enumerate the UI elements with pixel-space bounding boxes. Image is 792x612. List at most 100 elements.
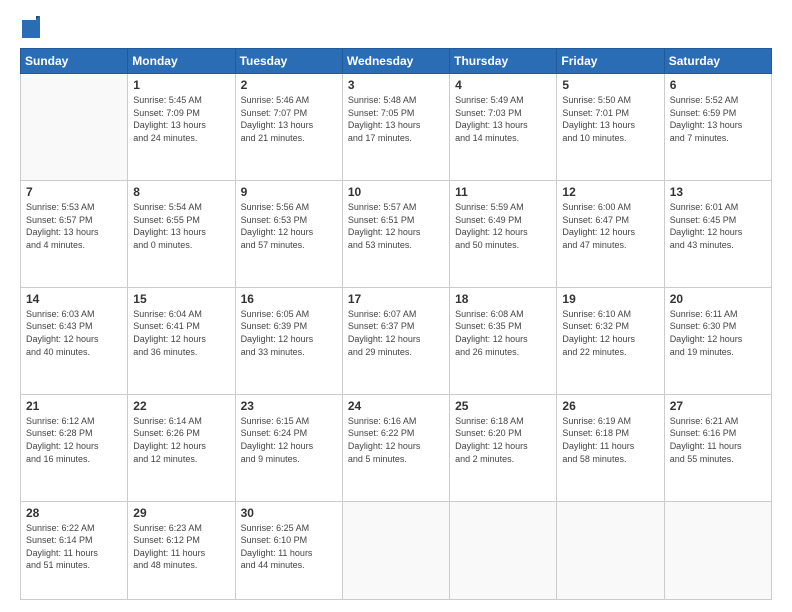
day-number: 12 [562, 185, 658, 199]
calendar-cell: 3 Sunrise: 5:48 AMSunset: 7:05 PMDaylight… [342, 74, 449, 181]
day-number: 17 [348, 292, 444, 306]
day-number: 16 [241, 292, 337, 306]
calendar-cell: 8Sunrise: 5:54 AMSunset: 6:55 PMDaylight… [128, 180, 235, 287]
calendar-cell: 1 Sunrise: 5:45 AMSunset: 7:09 PMDaylight… [128, 74, 235, 181]
calendar-cell: 5 Sunrise: 5:50 AMSunset: 7:01 PMDaylight… [557, 74, 664, 181]
day-number: 29 [133, 506, 229, 520]
day-number: 25 [455, 399, 551, 413]
day-info: Sunrise: 5:50 AMSunset: 7:01 PMDaylight:… [562, 94, 658, 144]
day-number: 18 [455, 292, 551, 306]
calendar-cell: 19 Sunrise: 6:10 AMSunset: 6:32 PMDayligh… [557, 287, 664, 394]
day-info: Sunrise: 5:53 AMSunset: 6:57 PMDaylight:… [26, 201, 122, 251]
day-number: 8 [133, 185, 229, 199]
calendar-cell: 12 Sunrise: 6:00 AMSunset: 6:47 PMDayligh… [557, 180, 664, 287]
calendar-cell: 28Sunrise: 6:22 AMSunset: 6:14 PMDayligh… [21, 501, 128, 599]
calendar-cell: 20 Sunrise: 6:11 AMSunset: 6:30 PMDayligh… [664, 287, 771, 394]
weekday-header-wednesday: Wednesday [342, 49, 449, 74]
day-info: Sunrise: 6:18 AMSunset: 6:20 PMDaylight:… [455, 415, 551, 465]
weekday-header-monday: Monday [128, 49, 235, 74]
logo [20, 16, 38, 38]
day-info: Sunrise: 6:12 AMSunset: 6:28 PMDaylight:… [26, 415, 122, 465]
day-number: 20 [670, 292, 766, 306]
weekday-header-sunday: Sunday [21, 49, 128, 74]
header [20, 16, 772, 38]
day-number: 11 [455, 185, 551, 199]
day-info: Sunrise: 6:03 AMSunset: 6:43 PMDaylight:… [26, 308, 122, 358]
calendar-cell: 26 Sunrise: 6:19 AMSunset: 6:18 PMDayligh… [557, 394, 664, 501]
day-info: Sunrise: 6:08 AMSunset: 6:35 PMDaylight:… [455, 308, 551, 358]
calendar-cell: 25 Sunrise: 6:18 AMSunset: 6:20 PMDayligh… [450, 394, 557, 501]
day-number: 3 [348, 78, 444, 92]
day-info: Sunrise: 6:14 AMSunset: 6:26 PMDaylight:… [133, 415, 229, 465]
calendar-cell: 14 Sunrise: 6:03 AMSunset: 6:43 PMDayligh… [21, 287, 128, 394]
calendar-cell: 11 Sunrise: 5:59 AMSunset: 6:49 PMDayligh… [450, 180, 557, 287]
calendar-cell: 7 Sunrise: 5:53 AMSunset: 6:57 PMDaylight… [21, 180, 128, 287]
day-number: 27 [670, 399, 766, 413]
day-number: 15 [133, 292, 229, 306]
calendar-cell: 2 Sunrise: 5:46 AMSunset: 7:07 PMDaylight… [235, 74, 342, 181]
day-number: 5 [562, 78, 658, 92]
day-number: 23 [241, 399, 337, 413]
calendar-cell [664, 501, 771, 599]
day-number: 2 [241, 78, 337, 92]
day-info: Sunrise: 5:49 AMSunset: 7:03 PMDaylight:… [455, 94, 551, 144]
day-number: 24 [348, 399, 444, 413]
day-info: Sunrise: 6:04 AMSunset: 6:41 PMDaylight:… [133, 308, 229, 358]
calendar-cell: 6 Sunrise: 5:52 AMSunset: 6:59 PMDaylight… [664, 74, 771, 181]
weekday-header-friday: Friday [557, 49, 664, 74]
day-number: 4 [455, 78, 551, 92]
calendar-cell: 22 Sunrise: 6:14 AMSunset: 6:26 PMDayligh… [128, 394, 235, 501]
calendar-cell [557, 501, 664, 599]
day-info: Sunrise: 6:10 AMSunset: 6:32 PMDaylight:… [562, 308, 658, 358]
day-number: 28 [26, 506, 122, 520]
day-info: Sunrise: 5:56 AMSunset: 6:53 PMDaylight:… [241, 201, 337, 251]
day-number: 22 [133, 399, 229, 413]
day-info: Sunrise: 6:21 AMSunset: 6:16 PMDaylight:… [670, 415, 766, 465]
day-number: 26 [562, 399, 658, 413]
calendar-cell: 13 Sunrise: 6:01 AMSunset: 6:45 PMDayligh… [664, 180, 771, 287]
calendar-cell: 9 Sunrise: 5:56 AMSunset: 6:53 PMDaylight… [235, 180, 342, 287]
calendar-cell: 4 Sunrise: 5:49 AMSunset: 7:03 PMDaylight… [450, 74, 557, 181]
calendar-cell: 27 Sunrise: 6:21 AMSunset: 6:16 PMDayligh… [664, 394, 771, 501]
calendar-cell: 23 Sunrise: 6:15 AMSunset: 6:24 PMDayligh… [235, 394, 342, 501]
day-number: 6 [670, 78, 766, 92]
day-number: 1 [133, 78, 229, 92]
day-number: 21 [26, 399, 122, 413]
day-info: Sunrise: 5:45 AMSunset: 7:09 PMDaylight:… [133, 94, 229, 144]
day-info: Sunrise: 5:57 AMSunset: 6:51 PMDaylight:… [348, 201, 444, 251]
weekday-header-saturday: Saturday [664, 49, 771, 74]
day-number: 7 [26, 185, 122, 199]
day-info: Sunrise: 6:07 AMSunset: 6:37 PMDaylight:… [348, 308, 444, 358]
day-info: Sunrise: 6:25 AMSunset: 6:10 PMDaylight:… [241, 522, 337, 572]
calendar-cell: 21 Sunrise: 6:12 AMSunset: 6:28 PMDayligh… [21, 394, 128, 501]
calendar-cell [342, 501, 449, 599]
day-number: 14 [26, 292, 122, 306]
day-info: Sunrise: 6:05 AMSunset: 6:39 PMDaylight:… [241, 308, 337, 358]
day-info: Sunrise: 6:00 AMSunset: 6:47 PMDaylight:… [562, 201, 658, 251]
calendar-cell: 29 Sunrise: 6:23 AMSunset: 6:12 PMDayligh… [128, 501, 235, 599]
calendar-cell: 16 Sunrise: 6:05 AMSunset: 6:39 PMDayligh… [235, 287, 342, 394]
logo-icon [22, 16, 40, 38]
calendar-cell [450, 501, 557, 599]
day-number: 19 [562, 292, 658, 306]
day-number: 13 [670, 185, 766, 199]
day-number: 9 [241, 185, 337, 199]
calendar-cell: 10 Sunrise: 5:57 AMSunset: 6:51 PMDayligh… [342, 180, 449, 287]
calendar-cell: 24Sunrise: 6:16 AMSunset: 6:22 PMDayligh… [342, 394, 449, 501]
calendar-cell: 15 Sunrise: 6:04 AMSunset: 6:41 PMDayligh… [128, 287, 235, 394]
day-info: Sunrise: 5:46 AMSunset: 7:07 PMDaylight:… [241, 94, 337, 144]
day-info: Sunrise: 6:01 AMSunset: 6:45 PMDaylight:… [670, 201, 766, 251]
day-info: Sunrise: 6:11 AMSunset: 6:30 PMDaylight:… [670, 308, 766, 358]
page: SundayMondayTuesdayWednesdayThursdayFrid… [0, 0, 792, 612]
day-info: Sunrise: 6:15 AMSunset: 6:24 PMDaylight:… [241, 415, 337, 465]
calendar-cell: 18 Sunrise: 6:08 AMSunset: 6:35 PMDayligh… [450, 287, 557, 394]
day-info: Sunrise: 5:59 AMSunset: 6:49 PMDaylight:… [455, 201, 551, 251]
day-info: Sunrise: 5:52 AMSunset: 6:59 PMDaylight:… [670, 94, 766, 144]
day-info: Sunrise: 6:19 AMSunset: 6:18 PMDaylight:… [562, 415, 658, 465]
day-info: Sunrise: 6:23 AMSunset: 6:12 PMDaylight:… [133, 522, 229, 572]
day-info: Sunrise: 5:48 AMSunset: 7:05 PMDaylight:… [348, 94, 444, 144]
calendar-cell: 30Sunrise: 6:25 AMSunset: 6:10 PMDayligh… [235, 501, 342, 599]
day-number: 10 [348, 185, 444, 199]
calendar-table: SundayMondayTuesdayWednesdayThursdayFrid… [20, 48, 772, 600]
calendar-cell: 17 Sunrise: 6:07 AMSunset: 6:37 PMDayligh… [342, 287, 449, 394]
